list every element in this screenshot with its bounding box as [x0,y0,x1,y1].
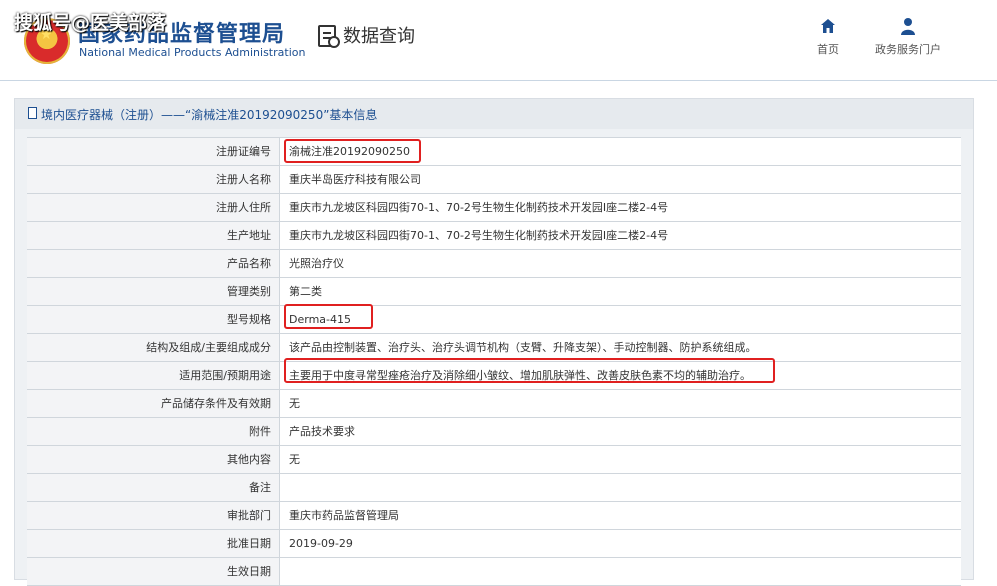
magnifier-icon [328,36,340,48]
panel-title: 境内医疗器械（注册）——“渝械注准20192090250”基本信息 [41,108,378,122]
table-row: 型号规格 Derma-415 [27,306,961,334]
table-row: 审批部门 重庆市药品监督管理局 [27,502,961,530]
row-value: 重庆市九龙坡区科园四街70-1、70-2号生物生化制药技术开发园I座二楼2-4号 [289,229,669,242]
row-label: 注册人名称 [27,166,280,193]
row-label: 产品储存条件及有效期 [27,390,280,417]
row-value: 渝械注准20192090250 [289,145,410,158]
row-label: 注册人住所 [27,194,280,221]
row-value: 第二类 [289,285,322,298]
row-label: 注册证编号 [27,138,280,165]
row-label: 审批部门 [27,502,280,529]
row-value [280,558,961,585]
panel-header: 境内医疗器械（注册）——“渝械注准20192090250”基本信息 [15,99,973,129]
table-row: 结构及组成/主要组成成分 该产品由控制装置、治疗头、治疗头调节机构（支臂、升降支架… [27,334,961,362]
row-label: 生效日期 [27,558,280,585]
table-row: 注册人名称 重庆半岛医疗科技有限公司 [27,166,961,194]
nav-home-label: 首页 [817,43,839,56]
row-label: 生产地址 [27,222,280,249]
row-value: 重庆半岛医疗科技有限公司 [289,173,421,186]
home-icon [821,19,835,33]
nav-service-portal-label: 政务服务门户 [875,43,941,56]
table-row: 注册人住所 重庆市九龙坡区科园四街70-1、70-2号生物生化制药技术开发园I座二… [27,194,961,222]
row-value: 重庆市九龙坡区科园四街70-1、70-2号生物生化制药技术开发园I座二楼2-4号 [289,201,669,214]
row-label: 其他内容 [27,446,280,473]
table-row: 管理类别 第二类 [27,278,961,306]
row-value: Derma-415 [289,313,351,326]
row-value: 光照治疗仪 [289,257,344,270]
row-value: 主要用于中度寻常型痤疮治疗及消除细小皱纹、增加肌肤弹性、改善皮肤色素不均的辅助治… [289,369,751,382]
row-label: 附件 [27,418,280,445]
site-header: ★ 国家药品监督管理局 National Medical Products Ad… [0,0,997,81]
table-row: 其他内容无 [27,446,961,474]
table-row: 批准日期 2019-09-29 [27,530,961,558]
row-value: 无 [289,453,300,466]
table-row: 生产地址 重庆市九龙坡区科园四街70-1、70-2号生物生化制药技术开发园I座二楼… [27,222,961,250]
row-value: 产品技术要求 [289,425,355,438]
row-value: 重庆市药品监督管理局 [289,509,399,522]
table-row: 产品储存条件及有效期无 [27,390,961,418]
row-label: 适用范围/预期用途 [27,362,280,389]
nav-service-portal[interactable]: 政务服务门户 [866,16,950,57]
table-row: 生效日期 [27,558,961,586]
user-icon [901,18,915,35]
row-label: 结构及组成/主要组成成分 [27,334,280,361]
row-label: 型号规格 [27,306,280,333]
document-icon [28,107,37,119]
table-row: 附件 产品技术要求 [27,418,961,446]
row-value: 2019-09-29 [289,537,353,550]
detail-panel: 境内医疗器械（注册）——“渝械注准20192090250”基本信息 注册证编号渝… [14,98,974,586]
table-row: 备注 [27,474,961,502]
info-table: 注册证编号 渝械注准20192090250 注册人名称 重庆半岛医疗科技有限公司 注… [27,137,961,586]
row-value: 无 [289,397,300,410]
row-label: 批准日期 [27,530,280,557]
row-label: 产品名称 [27,250,280,277]
org-name-en: National Medical Products Administration [79,46,306,59]
row-label: 管理类别 [27,278,280,305]
table-row: 产品名称 光照治疗仪 [27,250,961,278]
table-row: 注册证编号 渝械注准20192090250 [27,138,961,166]
row-value: 该产品由控制装置、治疗头、治疗头调节机构（支臂、升降支架）、手动控制器、防护系统… [289,341,757,354]
row-value [280,474,961,501]
nav-home[interactable]: 首页 [808,16,848,57]
watermark-text: 搜狐号@医美部落 [14,12,167,34]
row-label: 备注 [27,474,280,501]
page-title: 数据查询 [343,26,415,47]
table-row: 适用范围/预期用途 主要用于中度寻常型痤疮治疗及消除细小皱纹、增加肌肤弹性、改善皮… [27,362,961,390]
